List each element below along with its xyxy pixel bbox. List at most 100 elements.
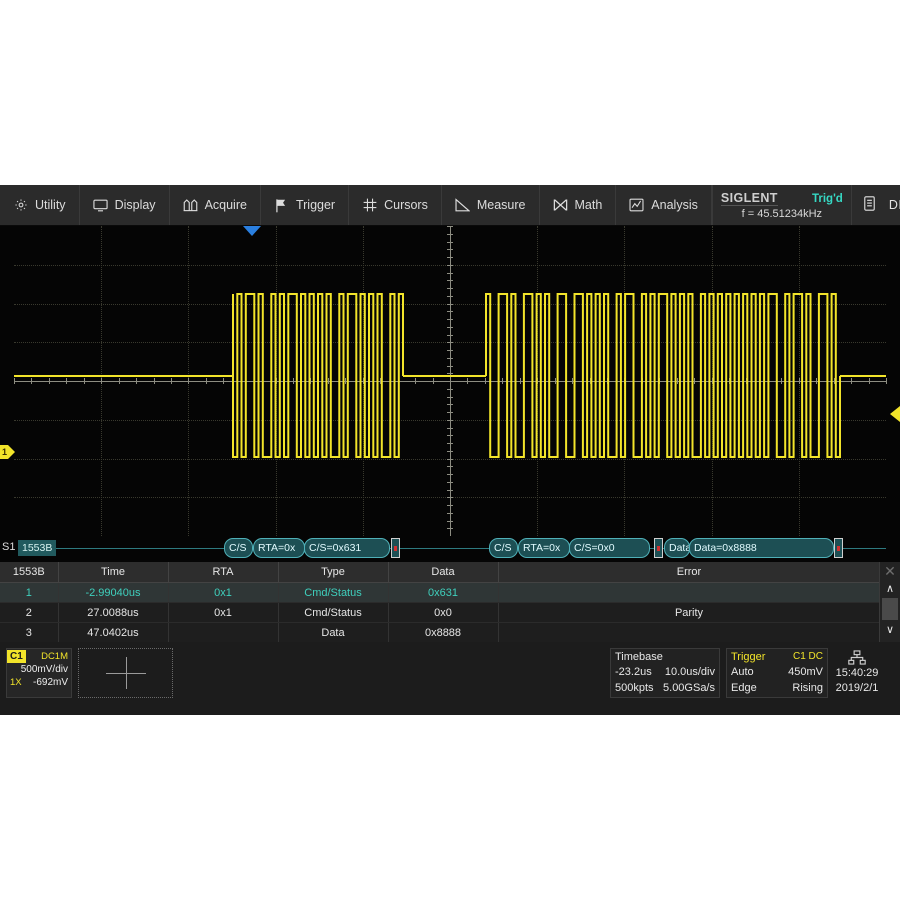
channel-1-offset: -692mV <box>33 676 71 689</box>
table-cell: Parity <box>498 603 880 623</box>
decode-packet[interactable]: C/S=0x0 <box>569 538 650 558</box>
menu-item-cursors-label: Cursors <box>384 198 428 212</box>
acquire-icon <box>183 198 198 213</box>
decode-packet-label: RTA=0x <box>523 542 560 554</box>
decode-packet-label: C/S <box>494 542 512 554</box>
decode-packet[interactable]: C/S=0x631 <box>304 538 390 558</box>
table-row[interactable]: 1-2.99040us0x1Cmd/Status0x631 <box>0 583 880 603</box>
trigger-slope: Rising <box>792 682 823 694</box>
menu-item-display[interactable]: Display <box>80 185 170 225</box>
decode-button[interactable]: DECODE <box>852 185 900 225</box>
decode-table: 1553B Time RTA Type Data Error 1-2.99040… <box>0 562 900 642</box>
decode-packet-label: C/S=0x631 <box>309 542 361 554</box>
decode-packet-error[interactable] <box>834 538 843 558</box>
menu-item-math[interactable]: Math <box>540 185 617 225</box>
decode-packet[interactable]: C/S <box>224 538 253 558</box>
timebase-samplerate: 5.00GSa/s <box>663 682 715 694</box>
table-cell: Cmd/Status <box>278 583 388 603</box>
table-cell <box>168 623 278 643</box>
menu-item-analysis-label: Analysis <box>651 198 698 212</box>
decode-packet[interactable]: C/S <box>489 538 518 558</box>
trigger-status-badge: Trig'd <box>812 193 843 205</box>
table-cell <box>498 583 880 603</box>
table-header-index: 1553B <box>0 562 58 583</box>
menu-item-acquire[interactable]: Acquire <box>170 185 261 225</box>
clock-time: 15:40:29 <box>820 666 894 681</box>
decode-packet[interactable]: RTA=0x <box>253 538 305 558</box>
menu-item-trigger-label: Trigger <box>296 198 335 212</box>
decode-packet-error[interactable] <box>654 538 663 558</box>
table-cell: 27.0088us <box>58 603 168 623</box>
decode-packet[interactable]: Data=0x8888 <box>689 538 834 558</box>
decode-packet-label: Data <box>669 542 690 554</box>
table-cell: 2 <box>0 603 58 623</box>
timebase-memory: 500kpts <box>615 682 654 694</box>
menu-item-cursors[interactable]: Cursors <box>349 185 442 225</box>
decode-list-icon <box>864 196 875 214</box>
measure-icon <box>455 198 470 213</box>
timebase-scale: 10.0us/div <box>665 666 715 678</box>
gear-icon <box>13 198 28 213</box>
table-header-row: 1553B Time RTA Type Data Error <box>0 562 880 583</box>
bus-channel-label: S1 <box>2 541 15 553</box>
table-cell: Cmd/Status <box>278 603 388 623</box>
oscilloscope-screen: Utility Display Acquire <box>0 185 900 715</box>
table-cell: 3 <box>0 623 58 643</box>
flag-icon <box>274 198 289 213</box>
menu-item-analysis[interactable]: Analysis <box>616 185 712 225</box>
cursors-icon <box>362 198 377 213</box>
frequency-readout: f = 45.51234kHz <box>721 208 843 220</box>
timebase-delay: -23.2us <box>615 666 652 678</box>
timebase-info-box[interactable]: Timebase -23.2us 10.0us/div 500kpts 5.00… <box>610 648 720 698</box>
table-scroll-controls: ✕ ∧ ∨ <box>879 562 900 642</box>
trigger-type: Edge <box>731 682 757 694</box>
scroll-down-icon[interactable]: ∨ <box>880 621 900 638</box>
menu-item-measure-label: Measure <box>477 198 526 212</box>
table-cell: -2.99040us <box>58 583 168 603</box>
decode-bus-row: S1 1553B C/S RTA=0x C/S=0x631 C/S RTA=0x C/S=… <box>0 536 900 562</box>
table-cell: 1 <box>0 583 58 603</box>
channel-1-info-box[interactable]: C1 DC1M 500mV/div 1X -692mV <box>6 648 72 698</box>
network-icon[interactable] <box>820 648 894 666</box>
channel-1-coupling: DC1M <box>41 651 71 662</box>
close-icon[interactable]: ✕ <box>880 562 900 580</box>
table-header-data: Data <box>388 562 498 583</box>
decode-packet[interactable]: RTA=0x <box>518 538 570 558</box>
scrollbar-thumb[interactable] <box>882 598 898 620</box>
decode-packet-error[interactable] <box>391 538 400 558</box>
menu-item-measure[interactable]: Measure <box>442 185 540 225</box>
table-header-rta: RTA <box>168 562 278 583</box>
brand-logo: SIGLENT <box>721 191 778 206</box>
status-bar: C1 DC1M 500mV/div 1X -692mV Timebase -23… <box>0 642 900 704</box>
trigger-mode: Auto <box>731 666 754 678</box>
menu-item-utility-label: Utility <box>35 198 66 212</box>
menu-item-trigger[interactable]: Trigger <box>261 185 349 225</box>
table-header-type: Type <box>278 562 388 583</box>
waveform-plot[interactable]: 1 <box>0 226 900 536</box>
table-header-error: Error <box>498 562 880 583</box>
menu-item-utility[interactable]: Utility <box>0 185 80 225</box>
table-cell: 0x631 <box>388 583 498 603</box>
menu-item-display-label: Display <box>115 198 156 212</box>
table-cell <box>498 623 880 643</box>
math-icon <box>553 198 568 213</box>
table-row[interactable]: 347.0402us Data0x8888 <box>0 623 880 643</box>
table-cell: 0x8888 <box>388 623 498 643</box>
decode-packet-label: C/S=0x0 <box>574 542 615 554</box>
monitor-icon <box>93 198 108 213</box>
menu-item-math-label: Math <box>575 198 603 212</box>
table-cell: Data <box>278 623 388 643</box>
timebase-title: Timebase <box>615 651 663 663</box>
decode-packet[interactable]: Data <box>664 538 690 558</box>
trigger-info-box[interactable]: Trigger C1 DC Auto 450mV Edge Rising <box>726 648 828 698</box>
decode-packet-label: Data=0x8888 <box>694 542 757 554</box>
cursor-preview-box[interactable] <box>78 648 173 698</box>
table-cell: 47.0402us <box>58 623 168 643</box>
trigger-source: C1 DC <box>793 651 823 662</box>
bus-protocol-label[interactable]: 1553B <box>18 540 56 556</box>
clock-date: 2019/2/1 <box>820 681 894 696</box>
scroll-up-icon[interactable]: ∧ <box>880 580 900 597</box>
table-row[interactable]: 227.0088us0x1Cmd/Status0x0Parity <box>0 603 880 623</box>
decode-packet-label: C/S <box>229 542 247 554</box>
channel-1-scale: 500mV/div <box>7 663 71 676</box>
